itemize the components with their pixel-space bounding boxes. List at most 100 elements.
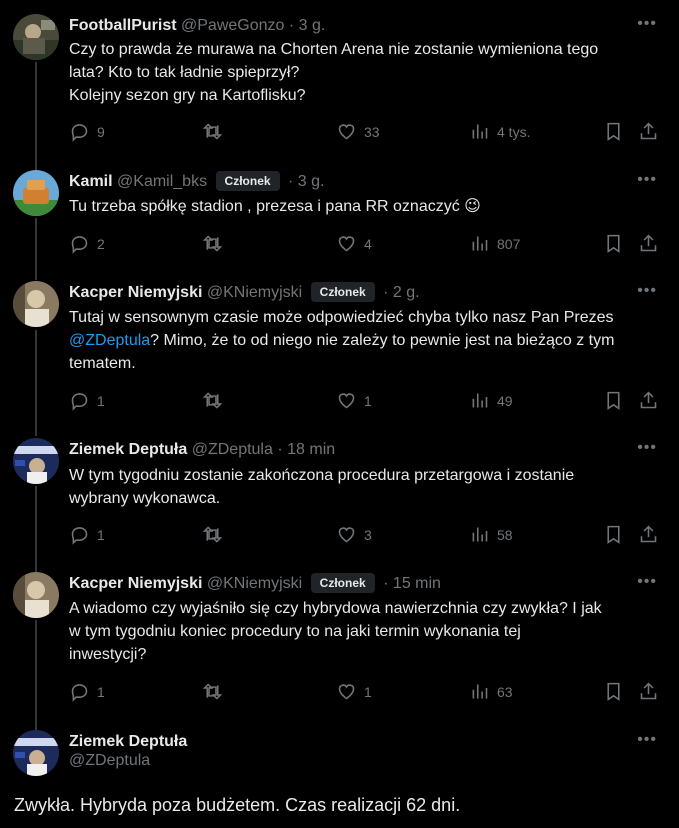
reply-button[interactable]: 2 <box>69 233 105 254</box>
tweet[interactable]: Kamil @Kamil_bks Członek · 3 g. ••• Tu t… <box>0 170 679 270</box>
tweet-text: W tym tygodniu zostanie zakończona proce… <box>69 464 659 510</box>
bookmark-button[interactable] <box>603 390 624 411</box>
display-name[interactable]: Kamil <box>69 173 113 190</box>
like-button[interactable]: 33 <box>336 121 380 142</box>
like-count: 1 <box>364 392 372 409</box>
user-handle[interactable]: @Kamil_bks <box>117 173 207 190</box>
timestamp[interactable]: 15 min <box>393 575 441 592</box>
retweet-button[interactable] <box>202 524 223 545</box>
more-options-icon[interactable]: ••• <box>637 170 657 190</box>
tweet-text-line: Tutaj w sensownym czasie może odpowiedzi… <box>69 309 614 326</box>
more-options-icon[interactable]: ••• <box>637 438 657 458</box>
tweet-text-line: Kolejny sezon gry na Kartoflisku? <box>69 87 306 104</box>
avatar[interactable] <box>13 730 59 776</box>
like-button[interactable]: 1 <box>336 681 372 702</box>
user-handle[interactable]: @ZDeptula <box>69 752 150 770</box>
avatar[interactable] <box>13 438 59 484</box>
bookmark-button[interactable] <box>603 121 624 142</box>
analytics-icon <box>472 124 488 139</box>
retweet-button[interactable] <box>202 390 223 411</box>
tweet-header: FootballPurist @PaweGonzo · 3 g. <box>69 14 639 38</box>
tweet-text-line: w tym tygodniu koniec procedury to na ja… <box>69 623 521 640</box>
views-button[interactable]: 4 tys. <box>469 121 530 142</box>
reply-icon <box>71 393 88 411</box>
views-button[interactable]: 807 <box>469 233 520 254</box>
mention-link[interactable]: @ZDeptula <box>69 332 150 349</box>
like-button[interactable]: 4 <box>336 233 372 254</box>
reply-button[interactable]: 1 <box>69 681 105 702</box>
timestamp[interactable]: 18 min <box>287 441 335 458</box>
bookmark-icon <box>607 234 620 253</box>
tweet-text: Czy to prawda że murawa na Chorten Arena… <box>69 38 659 107</box>
timestamp[interactable]: 3 g. <box>298 173 325 190</box>
heart-icon <box>338 527 355 543</box>
separator-dot: · <box>277 441 283 458</box>
reply-count: 9 <box>97 123 105 140</box>
more-options-icon[interactable]: ••• <box>637 730 657 750</box>
retweet-icon <box>202 235 223 252</box>
analytics-icon <box>472 393 488 408</box>
more-options-icon[interactable]: ••• <box>637 572 657 592</box>
more-options-icon[interactable]: ••• <box>637 281 657 301</box>
views-button[interactable]: 49 <box>469 390 513 411</box>
separator-dot: · <box>288 173 294 190</box>
display-name[interactable]: Ziemek Deptuła <box>69 441 187 458</box>
like-count: 1 <box>364 683 372 700</box>
separator-dot: · <box>383 284 389 301</box>
bookmark-button[interactable] <box>603 524 624 545</box>
reply-button[interactable]: 1 <box>69 524 105 545</box>
tweet-actions: 9 33 4 tys. <box>69 121 659 143</box>
display-name[interactable]: FootballPurist <box>69 17 177 34</box>
avatar[interactable] <box>13 14 59 60</box>
like-button[interactable]: 3 <box>336 524 372 545</box>
bookmark-button[interactable] <box>603 233 624 254</box>
display-name[interactable]: Kacper Niemyjski <box>69 575 202 592</box>
reply-icon <box>71 527 88 545</box>
timestamp[interactable]: 3 g. <box>299 17 326 34</box>
avatar[interactable] <box>13 281 59 327</box>
user-handle[interactable]: @KNiemyjski <box>207 575 302 592</box>
retweet-button[interactable] <box>202 121 223 142</box>
tweet[interactable]: FootballPurist @PaweGonzo · 3 g. ••• Czy… <box>0 14 679 144</box>
avatar[interactable] <box>13 170 59 216</box>
share-icon <box>640 391 657 409</box>
timestamp[interactable]: 2 g. <box>393 284 420 301</box>
retweet-button[interactable] <box>202 233 223 254</box>
like-button[interactable]: 1 <box>336 390 372 411</box>
share-button[interactable] <box>638 121 659 142</box>
user-handle[interactable]: @ZDeptula <box>192 441 273 458</box>
tweet-text-line: A wiadomo czy wyjaśniło się czy hybrydow… <box>69 600 602 617</box>
tweet-text-segment: ? Mimo, że to od niego nie zależy to pew… <box>150 332 615 349</box>
tweet[interactable]: Ziemek Deptuła @ZDeptula · 18 min ••• W … <box>0 438 679 558</box>
views-button[interactable]: 58 <box>469 524 513 545</box>
retweet-icon <box>202 683 223 700</box>
display-name[interactable]: Ziemek Deptuła <box>69 733 187 750</box>
tweet-header: Ziemek Deptuła @ZDeptula · 18 min <box>69 438 639 462</box>
avatar[interactable] <box>13 572 59 618</box>
share-icon <box>640 122 657 140</box>
member-badge[interactable]: Członek <box>310 282 375 302</box>
share-button[interactable] <box>638 681 659 702</box>
analytics-icon <box>472 684 488 699</box>
more-options-icon[interactable]: ••• <box>637 14 657 34</box>
share-button[interactable] <box>638 390 659 411</box>
retweet-button[interactable] <box>202 681 223 702</box>
reply-icon <box>71 684 88 702</box>
reply-count: 1 <box>97 392 105 409</box>
tweet[interactable]: Kacper Niemyjski @KNiemyjski Członek · 2… <box>0 281 679 421</box>
member-badge[interactable]: Członek <box>215 171 280 191</box>
share-button[interactable] <box>638 233 659 254</box>
display-name[interactable]: Kacper Niemyjski <box>69 284 202 301</box>
share-button[interactable] <box>638 524 659 545</box>
views-button[interactable]: 63 <box>469 681 513 702</box>
bookmark-button[interactable] <box>603 681 624 702</box>
like-count: 3 <box>364 526 372 543</box>
reply-button[interactable]: 1 <box>69 390 105 411</box>
user-handle[interactable]: @PaweGonzo <box>181 17 284 34</box>
bookmark-icon <box>607 525 620 544</box>
reply-button[interactable]: 9 <box>69 121 105 142</box>
user-handle[interactable]: @KNiemyjski <box>207 284 302 301</box>
tweet[interactable]: Kacper Niemyjski @KNiemyjski Członek · 1… <box>0 572 679 712</box>
member-badge[interactable]: Członek <box>310 573 375 593</box>
analytics-icon <box>472 236 488 251</box>
